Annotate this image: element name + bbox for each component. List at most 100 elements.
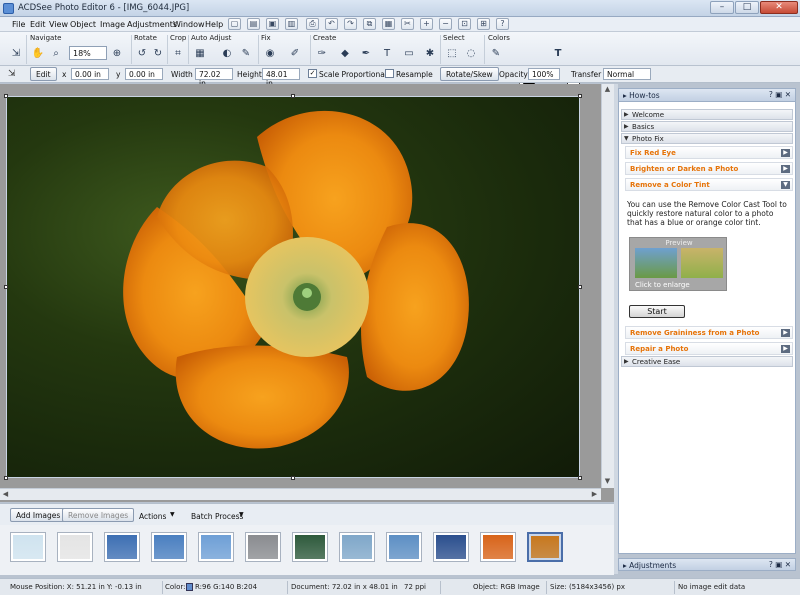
- howto-repair-photo[interactable]: Repair a Photo ▶: [625, 342, 793, 355]
- rotate-left-icon[interactable]: ↺: [134, 47, 150, 61]
- transfer-select[interactable]: Normal: [603, 68, 651, 80]
- move-tool-icon[interactable]: ⇲: [8, 47, 24, 61]
- shape-icon[interactable]: ✱: [422, 47, 438, 61]
- section-creative-ease[interactable]: ▶ Creative Ease: [621, 356, 793, 367]
- zoom-fit-icon[interactable]: ⊕: [109, 47, 125, 61]
- open-icon[interactable]: ▤: [247, 18, 260, 30]
- marquee-icon[interactable]: ⬚: [444, 47, 460, 61]
- new-icon[interactable]: ▢: [228, 18, 241, 30]
- zoom-select[interactable]: 18%: [69, 46, 107, 60]
- filmstrip-thumbnail[interactable]: [527, 532, 563, 562]
- repair-brush-icon[interactable]: ✐: [287, 47, 303, 61]
- resize-handle[interactable]: [578, 94, 582, 98]
- resize-handle[interactable]: [4, 94, 8, 98]
- copy-icon[interactable]: ⧉: [363, 18, 376, 30]
- menu-image[interactable]: Image: [100, 20, 125, 29]
- save-as-icon[interactable]: ▥: [285, 18, 298, 30]
- zoom-out-icon[interactable]: −: [439, 18, 452, 30]
- menu-window[interactable]: Window: [173, 20, 205, 29]
- menu-edit[interactable]: Edit: [30, 20, 46, 29]
- section-basics[interactable]: ▶ Basics: [621, 121, 793, 132]
- width-field[interactable]: 72.02 in: [195, 68, 233, 88]
- filmstrip-thumbnail[interactable]: [198, 532, 234, 562]
- auto-levels-icon[interactable]: ▦: [192, 47, 208, 61]
- howto-fix-red-eye[interactable]: Fix Red Eye ▶: [625, 146, 793, 159]
- filmstrip-thumbnail[interactable]: [339, 532, 375, 562]
- resize-handle[interactable]: [291, 476, 295, 480]
- opacity-field[interactable]: 100%: [528, 68, 560, 80]
- howto-remove-color-tint[interactable]: Remove a Color Tint ▼: [625, 178, 793, 191]
- rotate-right-icon[interactable]: ↻: [150, 47, 166, 61]
- undo-icon[interactable]: ↶: [325, 18, 338, 30]
- image-canvas[interactable]: [0, 84, 614, 502]
- fit-icon[interactable]: ⊡: [458, 18, 471, 30]
- howto-remove-graininess[interactable]: Remove Graininess from a Photo ▶: [625, 326, 793, 339]
- zoom-icon[interactable]: ⌕: [48, 47, 64, 61]
- rectangle-icon[interactable]: ▭: [401, 47, 417, 61]
- paste-icon[interactable]: ▦: [382, 18, 395, 30]
- horizontal-scrollbar[interactable]: ◀ ▶: [0, 488, 601, 500]
- scale-proportional-checkbox[interactable]: ✓: [308, 69, 317, 78]
- stamp-icon[interactable]: ◆: [337, 47, 353, 61]
- text-icon[interactable]: T: [550, 47, 566, 61]
- brush-icon[interactable]: ✑: [314, 47, 330, 61]
- section-photo-fix[interactable]: ▼ Photo Fix: [621, 133, 793, 144]
- filmstrip-thumbnail[interactable]: [151, 532, 187, 562]
- adjustments-header[interactable]: ▸ Adjustments ? ▣ ✕: [618, 558, 796, 571]
- scroll-left-icon[interactable]: ◀: [0, 489, 11, 500]
- x-field[interactable]: 0.00 in: [71, 68, 109, 80]
- wrench-icon[interactable]: ✎: [238, 47, 254, 61]
- filmstrip-thumbnail[interactable]: [57, 532, 93, 562]
- resize-handle[interactable]: [578, 285, 582, 289]
- howto-brighten[interactable]: Brighten or Darken a Photo ▶: [625, 162, 793, 175]
- menu-view[interactable]: View: [49, 20, 68, 29]
- resize-handle[interactable]: [578, 476, 582, 480]
- resize-handle[interactable]: [291, 94, 295, 98]
- scroll-up-icon[interactable]: ▲: [602, 84, 613, 95]
- pointer-icon[interactable]: ⇲: [8, 69, 16, 79]
- y-field[interactable]: 0.00 in: [125, 68, 163, 80]
- remove-images-button[interactable]: Remove Images: [62, 508, 135, 522]
- enlarge-label[interactable]: Click to enlarge: [635, 281, 690, 289]
- filmstrip-thumbnail[interactable]: [433, 532, 469, 562]
- panel-controls-icon[interactable]: ? ▣ ✕: [769, 90, 791, 99]
- edit-button[interactable]: Edit: [30, 67, 57, 81]
- crop-icon[interactable]: ⌗: [170, 47, 186, 61]
- resample-checkbox[interactable]: [385, 69, 394, 78]
- red-eye-icon[interactable]: ◉: [262, 47, 278, 61]
- minimize-button[interactable]: –: [710, 1, 734, 14]
- dropdown-icon[interactable]: ▼: [239, 511, 244, 518]
- start-button[interactable]: Start: [629, 305, 685, 318]
- add-images-button[interactable]: Add Images: [10, 508, 67, 522]
- cut-icon[interactable]: ✂: [401, 18, 414, 30]
- maximize-button[interactable]: □: [735, 1, 759, 14]
- panel-controls-icon[interactable]: ? ▣ ✕: [769, 560, 791, 569]
- photo-image[interactable]: [6, 96, 580, 478]
- filmstrip-thumbnail[interactable]: [292, 532, 328, 562]
- hand-icon[interactable]: ✋: [30, 47, 46, 61]
- scroll-down-icon[interactable]: ▼: [602, 476, 613, 487]
- scroll-right-icon[interactable]: ▶: [589, 489, 600, 500]
- menu-help[interactable]: Help: [205, 20, 223, 29]
- eyedropper-icon[interactable]: ✎: [488, 47, 504, 61]
- pen-icon[interactable]: ✒: [358, 47, 374, 61]
- zoom-in-icon[interactable]: +: [420, 18, 433, 30]
- height-field[interactable]: 48.01 in: [262, 68, 300, 88]
- resize-handle[interactable]: [4, 285, 8, 289]
- redo-icon[interactable]: ↷: [344, 18, 357, 30]
- lasso-icon[interactable]: ◌: [463, 47, 479, 61]
- preview-box[interactable]: Preview Click to enlarge: [629, 237, 727, 291]
- filmstrip-thumbnail[interactable]: [104, 532, 140, 562]
- print-icon[interactable]: ⎙: [306, 18, 319, 30]
- filmstrip-thumbnail[interactable]: [245, 532, 281, 562]
- section-welcome[interactable]: ▶ Welcome: [621, 109, 793, 120]
- vertical-scrollbar[interactable]: ▲ ▼: [601, 84, 614, 488]
- text-tool-icon[interactable]: T: [379, 47, 395, 61]
- menu-adjustments[interactable]: Adjustments: [127, 20, 177, 29]
- actions-menu[interactable]: Actions: [139, 512, 166, 521]
- batch-process-menu[interactable]: Batch Process: [191, 512, 243, 521]
- actual-size-icon[interactable]: ⊞: [477, 18, 490, 30]
- filmstrip-thumbnail[interactable]: [10, 532, 46, 562]
- filmstrip-thumbnail[interactable]: [386, 532, 422, 562]
- save-icon[interactable]: ▣: [266, 18, 279, 30]
